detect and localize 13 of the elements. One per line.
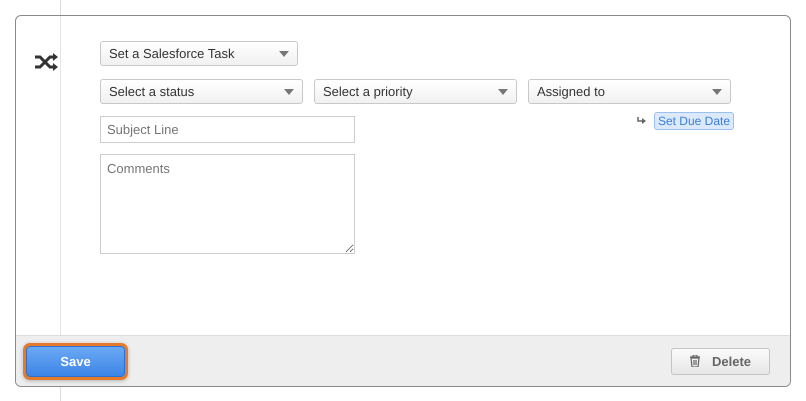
caret-icon: [284, 88, 294, 94]
dropdown[interactable]: Select a status: [100, 79, 303, 104]
trash-icon: [690, 355, 700, 367]
dropdown[interactable]: Assigned to: [528, 79, 731, 104]
caret-icon: [712, 88, 722, 94]
task-type-dropdown[interactable]: Set a Salesforce Task: [100, 41, 298, 66]
subject-field[interactable]: Subject Line: [100, 116, 355, 143]
return-arrow-icon: [636, 116, 646, 124]
delete-button[interactable]: Delete: [671, 348, 770, 374]
caret-icon: [498, 88, 508, 94]
comments-field[interactable]: Comments: [100, 154, 355, 254]
dropdown[interactable]: Select a priority: [314, 79, 517, 104]
caret-icon: [279, 50, 289, 56]
